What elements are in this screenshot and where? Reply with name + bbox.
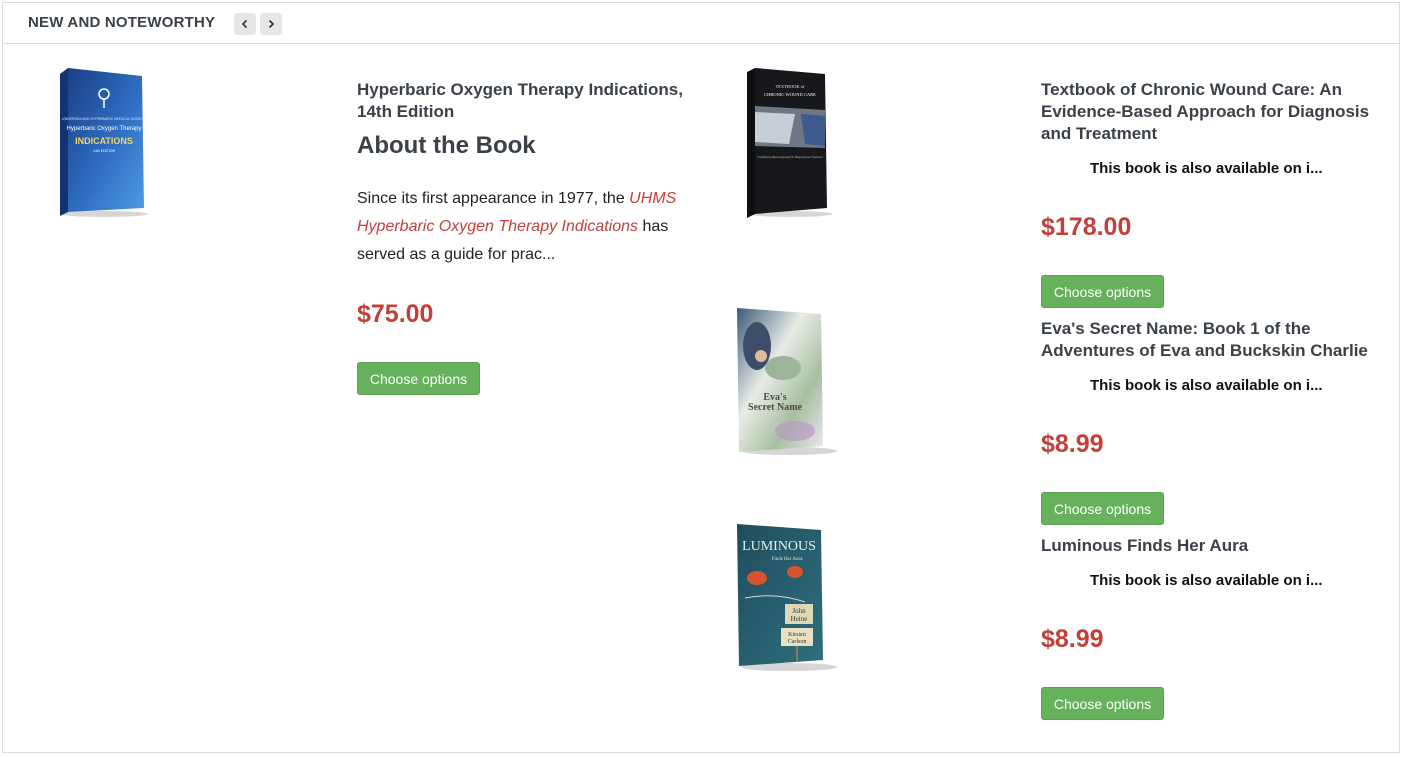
svg-text:John: John [792,607,806,615]
product-title-line: Adventures of Eva and Buckskin Charlie [1041,341,1368,360]
product-title-luminous[interactable]: Luminous Finds Her Aura [1041,535,1248,557]
product-title-line: 14th Edition [357,102,455,121]
choose-options-button[interactable]: Choose options [1041,492,1164,525]
about-the-book-heading: About the Book [357,132,536,159]
svg-text:Heine: Heine [791,615,808,623]
product-title-evas-secret-name[interactable]: Eva's Secret Name: Book 1 of the Adventu… [1041,318,1368,362]
svg-text:14th EDITION: 14th EDITION [93,149,115,153]
choose-options-button[interactable]: Choose options [357,362,480,395]
book-cover-evas-secret-name[interactable]: Eva's Secret Name [735,306,840,456]
svg-text:Carlson: Carlson [788,639,807,645]
availability-note: This book is also available on i... [1090,377,1323,394]
svg-text:LUMINOUS: LUMINOUS [742,539,816,554]
book-cover-chronic-wound-care[interactable]: TEXTBOOK of CHRONIC WOUND CARE An Eviden… [745,68,835,218]
svg-text:INDICATIONS: INDICATIONS [75,136,133,146]
svg-text:Hyperbaric Oxygen Therapy: Hyperbaric Oxygen Therapy [67,126,142,132]
availability-note: This book is also available on i... [1090,572,1323,589]
book-cover-luminous[interactable]: LUMINOUS Finds Her Aura John Heine Kirst… [735,522,840,672]
carousel-next-button[interactable] [260,13,282,35]
availability-note: This book is also available on i... [1090,160,1323,177]
svg-text:CHRONIC WOUND CARE: CHRONIC WOUND CARE [764,92,816,97]
product-title-chronic-wound-care[interactable]: Textbook of Chronic Wound Care: An Evide… [1041,79,1369,145]
product-price: $75.00 [357,300,434,328]
product-title-line: and Treatment [1041,124,1158,143]
product-title-line: Luminous Finds Her Aura [1041,536,1249,555]
choose-options-button[interactable]: Choose options [1041,687,1164,720]
svg-text:Kirsten: Kirsten [788,632,806,638]
product-description: Since its first appearance in 1977, the … [357,190,677,263]
section-title: NEW AND NOTEWORTHY [28,14,216,31]
product-price: $8.99 [1041,430,1104,458]
svg-text:UNDERSEA AND HYPERBARIC MEDICA: UNDERSEA AND HYPERBARIC MEDICAL SOCIETY [62,117,147,121]
svg-text:Finds Her Aura: Finds Her Aura [772,557,804,562]
panel-header: NEW AND NOTEWORTHY [3,3,1399,44]
carousel-prev-button[interactable] [234,13,256,35]
product-title-line: Eva's Secret Name: Book 1 of the [1041,319,1311,338]
product-title-line: Textbook of Chronic Wound Care: An [1041,80,1342,99]
svg-text:Secret Name: Secret Name [748,402,803,413]
product-price: $178.00 [1041,213,1132,241]
product-title-line: Evidence-Based Approach for Diagnosis [1041,102,1370,121]
hbot-indications-link[interactable]: Hyperbaric Oxygen Therapy Indications [357,218,638,235]
svg-text:An Evidence-Based Approach for: An Evidence-Based Approach for Diagnosis… [757,156,823,159]
product-price: $8.99 [1041,625,1104,653]
chevron-right-icon [268,19,275,29]
svg-text:TEXTBOOK of: TEXTBOOK of [775,84,805,89]
chevron-left-icon [241,19,248,29]
product-title-line: Hyperbaric Oxygen Therapy Indications, [357,80,683,99]
choose-options-button[interactable]: Choose options [1041,275,1164,308]
book-cover-hbot-indications[interactable]: UNDERSEA AND HYPERBARIC MEDICAL SOCIETY … [56,68,148,218]
uhms-link[interactable]: UHMS [629,190,676,207]
product-title-hbot[interactable]: Hyperbaric Oxygen Therapy Indications, 1… [357,79,683,123]
